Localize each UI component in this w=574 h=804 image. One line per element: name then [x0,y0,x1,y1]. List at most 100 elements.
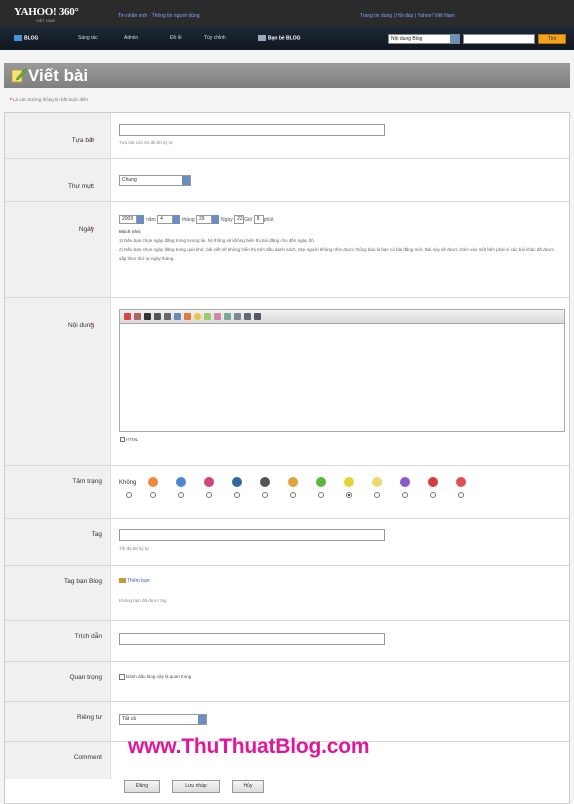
label-cell: * Nội dung [5,298,111,465]
underline-icon[interactable] [164,313,171,320]
highlight-icon[interactable] [134,313,141,320]
search-button[interactable]: Tìm [538,34,566,44]
label-cell: Tag [5,519,111,565]
mood-radio[interactable] [290,492,296,498]
mood-radio[interactable] [430,492,436,498]
add-friend-link[interactable]: Thêm bạn [119,578,150,584]
tag-input[interactable] [119,529,385,541]
year-select[interactable]: 2009 [119,215,137,224]
mood-radio-selected[interactable] [346,492,352,498]
folder-cell: Chung [119,159,559,202]
mood-option[interactable] [229,477,245,498]
friend-tag-label: Tag bạn Blog [64,578,102,585]
mood-radio[interactable] [150,492,156,498]
row-important: Quan trọng Đánh dấu blog này là quan trọ… [5,662,569,702]
save-draft-button[interactable]: Lưu nháp [172,780,220,793]
angry-face-icon [148,477,158,487]
mood-radio[interactable] [262,492,268,498]
label-cell: * Ngày [5,202,111,297]
indent-icon[interactable] [244,313,251,320]
mood-radio[interactable] [126,492,132,498]
title-hint: Tựa bài còn 64 đủ 80 ký tự [119,140,174,145]
publish-button[interactable]: Đăng [124,780,160,793]
page-title-bar: Viết bài [4,63,570,88]
nav-item-do-le[interactable]: Đồ lề [170,35,182,41]
tag-hint: Tối đa 50 ký tự [119,546,150,551]
emoticon-icon[interactable] [194,313,201,320]
friends-icon [258,35,266,41]
month-select[interactable]: 4 [157,215,174,224]
chevron-down-icon[interactable] [212,215,220,224]
mood-radio[interactable] [178,492,184,498]
important-toggle[interactable]: Đánh dấu blog này là quan trọng [119,674,191,680]
mood-option[interactable] [397,477,413,498]
add-friend-icon [119,578,126,584]
mood-option[interactable] [453,477,469,498]
chevron-down-icon[interactable] [173,215,181,224]
logo-subtitle: VIỆT NAM [36,18,55,23]
date-help-title: Mách nhỏ: [119,229,142,234]
mood-none[interactable] [121,477,137,498]
sick-face-icon [316,477,326,487]
mood-option[interactable] [425,477,441,498]
mood-option[interactable] [341,477,357,498]
day-select[interactable]: 29 [196,215,213,224]
mood-option[interactable] [145,477,161,498]
mood-radio[interactable] [402,492,408,498]
comment-label: Comment [73,754,102,761]
privacy-label: Riêng tư [77,714,102,721]
mood-radio[interactable] [206,492,212,498]
bold-icon[interactable] [144,313,151,320]
italic-icon[interactable] [154,313,161,320]
outdent-icon[interactable] [254,313,261,320]
tired-face-icon [260,477,270,487]
html-toggle[interactable]: HTML [120,437,138,443]
nav-friends-blog[interactable]: Bạn bè BLOG [258,35,301,41]
spell-check-icon[interactable] [204,313,211,320]
mood-option[interactable] [313,477,329,498]
paint-icon[interactable] [214,313,221,320]
nav-item-admin[interactable]: Admin [124,35,138,41]
mood-option[interactable] [257,477,273,498]
required-star: * [10,97,12,102]
content-label: Nội dung [67,322,94,329]
align-left-icon[interactable] [224,313,231,320]
privacy-select[interactable]: Tất cả [119,714,207,725]
search-input[interactable] [463,34,535,44]
html-checkbox[interactable] [120,437,125,443]
quote-input[interactable] [119,633,385,645]
mood-radio[interactable] [458,492,464,498]
link-icon[interactable] [174,313,181,320]
date-cell: 2009 năm 4 tháng 29 Ngày 22Giờ 8 phút Mách n… [119,202,564,298]
list-icon[interactable] [234,313,241,320]
pencil-note-icon [11,68,27,83]
nav-blog[interactable]: BLOG [14,35,38,41]
nav-item-tuy-chinh[interactable]: Tùy chỉnh [204,35,226,41]
mood-option[interactable] [285,477,301,498]
top-message-link[interactable]: Tin nhắn mới · Thông tin người dùng [118,13,200,19]
mood-option[interactable] [201,477,217,498]
font-color-icon[interactable] [124,313,131,320]
watermark: www.ThuThuatBlog.com [128,735,370,758]
top-right-links[interactable]: Trang tin dùng | Hỏi đáp | Yahoo! Việt N… [360,13,455,19]
nav-item-sang-tac[interactable]: Sáng tác [78,35,98,41]
title-input[interactable] [119,124,385,136]
label-cell: Trích dẫn [5,621,111,661]
hour-input[interactable]: 22 [234,215,245,224]
folder-select[interactable]: Chung [119,175,191,186]
mood-option[interactable] [369,477,385,498]
chevron-down-icon[interactable] [137,215,144,224]
mood-radio[interactable] [318,492,324,498]
important-checkbox[interactable] [119,674,125,680]
search-scope-select[interactable]: Nội dung Blog [388,34,460,44]
yahoo-logo[interactable]: YAHOO! 360° [14,6,79,18]
mood-radio[interactable] [234,492,240,498]
label-cell: Riêng tư [5,702,111,741]
mood-radio[interactable] [374,492,380,498]
mood-option[interactable] [173,477,189,498]
chevron-down-icon [182,176,190,185]
image-icon[interactable] [184,313,191,320]
minute-input[interactable]: 8 [253,215,264,224]
row-tag: Tag Tối đa 50 ký tự [5,519,569,566]
cancel-button[interactable]: Hủy [232,780,264,793]
